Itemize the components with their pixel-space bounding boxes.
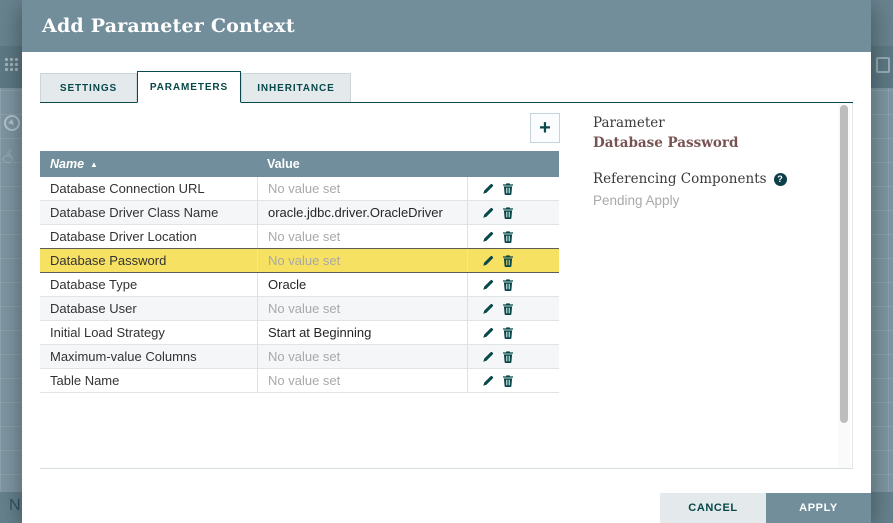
delete-trash-icon[interactable] <box>502 350 515 363</box>
delete-trash-icon[interactable] <box>502 254 515 267</box>
scrollbar-track[interactable] <box>838 103 850 468</box>
parameter-value-cell: No value set <box>257 177 467 200</box>
table-row[interactable]: Database Type Oracle <box>40 273 559 297</box>
row-actions <box>467 249 559 272</box>
parameter-table: Name ▲ Value Database Connection URL No v… <box>40 151 559 393</box>
row-actions <box>467 177 559 200</box>
parameter-label: Parameter <box>593 115 853 131</box>
edit-pencil-icon[interactable] <box>482 230 495 243</box>
delete-trash-icon[interactable] <box>502 206 515 219</box>
row-actions <box>467 225 559 248</box>
edit-pencil-icon[interactable] <box>482 206 495 219</box>
table-row[interactable]: Database User No value set <box>40 297 559 321</box>
delete-trash-icon[interactable] <box>502 374 515 387</box>
parameter-name-cell: Database Type <box>40 273 257 296</box>
table-row[interactable]: Database Connection URL No value set <box>40 177 559 201</box>
row-actions <box>467 369 559 392</box>
delete-trash-icon[interactable] <box>502 278 515 291</box>
table-row[interactable]: Database Driver Location No value set <box>40 225 559 249</box>
label-tool-icon <box>876 57 890 73</box>
parameter-name-cell: Database Driver Location <box>40 225 257 248</box>
selected-parameter-name: Database Password <box>593 135 853 151</box>
parameter-value-cell: Start at Beginning <box>257 321 467 344</box>
delete-trash-icon[interactable] <box>502 182 515 195</box>
table-row[interactable]: Maximum-value Columns No value set <box>40 345 559 369</box>
delete-trash-icon[interactable] <box>502 326 515 339</box>
edit-pencil-icon[interactable] <box>482 302 495 315</box>
scrollbar-thumb[interactable] <box>840 105 848 423</box>
sort-ascending-icon: ▲ <box>90 160 98 169</box>
parameter-value-cell: oracle.jdbc.driver.OracleDriver <box>257 201 467 224</box>
row-actions <box>467 321 559 344</box>
parameter-table-body: Database Connection URL No value set Dat… <box>40 177 559 393</box>
referencing-components-status: Pending Apply <box>593 193 853 208</box>
referencing-components-label: Referencing Components ? <box>593 171 853 187</box>
add-parameter-context-dialog: Add Parameter Context SETTINGS PARAMETER… <box>22 0 871 523</box>
edit-pencil-icon[interactable] <box>482 326 495 339</box>
parameter-name-cell: Database Password <box>40 249 257 272</box>
table-row[interactable]: Database Password No value set <box>40 248 559 273</box>
parameter-name-cell: Initial Load Strategy <box>40 321 257 344</box>
compass-icon <box>3 114 21 132</box>
row-actions <box>467 273 559 296</box>
dots-grid-icon <box>4 57 19 72</box>
cancel-button[interactable]: CANCEL <box>660 493 766 523</box>
row-actions <box>467 297 559 320</box>
edit-pencil-icon[interactable] <box>482 374 495 387</box>
row-actions <box>467 345 559 368</box>
tab-settings[interactable]: SETTINGS <box>40 73 137 102</box>
dialog-header: Add Parameter Context <box>22 0 871 52</box>
table-row[interactable]: Database Driver Class Name oracle.jdbc.d… <box>40 201 559 225</box>
edit-pencil-icon[interactable] <box>482 350 495 363</box>
pan-hand-icon: ☞ <box>0 145 22 169</box>
apply-button[interactable]: APPLY <box>766 493 871 523</box>
parameter-value-cell: No value set <box>257 297 467 320</box>
table-row[interactable]: Initial Load Strategy Start at Beginning <box>40 321 559 345</box>
parameter-name-cell: Maximum-value Columns <box>40 345 257 368</box>
column-header-value[interactable]: Value <box>257 157 559 171</box>
column-header-name-label: Name <box>50 157 84 171</box>
parameter-name-cell: Database Connection URL <box>40 177 257 200</box>
parameter-value-cell: No value set <box>257 369 467 392</box>
parameter-value-cell: No value set <box>257 225 467 248</box>
table-row[interactable]: Table Name No value set <box>40 369 559 393</box>
parameter-detail-panel: Parameter Database Password Referencing … <box>593 115 853 208</box>
breadcrumb: N <box>9 497 21 515</box>
parameter-name-cell: Database User <box>40 297 257 320</box>
parameter-table-header: Name ▲ Value <box>40 151 559 177</box>
add-parameter-button[interactable]: + <box>530 113 560 143</box>
tab-bar: SETTINGS PARAMETERS INHERITANCE <box>40 72 853 103</box>
parameters-tab-content: + Name ▲ Value Database Connection URL No… <box>40 103 853 469</box>
tab-parameters[interactable]: PARAMETERS <box>137 71 241 103</box>
edit-pencil-icon[interactable] <box>482 254 495 267</box>
row-actions <box>467 201 559 224</box>
help-icon[interactable]: ? <box>774 173 787 186</box>
parameter-value-cell: No value set <box>257 249 467 272</box>
column-header-name[interactable]: Name ▲ <box>40 157 257 171</box>
edit-pencil-icon[interactable] <box>482 182 495 195</box>
parameter-value-cell: No value set <box>257 345 467 368</box>
delete-trash-icon[interactable] <box>502 302 515 315</box>
delete-trash-icon[interactable] <box>502 230 515 243</box>
tab-inheritance[interactable]: INHERITANCE <box>241 73 351 102</box>
referencing-components-text: Referencing Components <box>593 171 767 187</box>
edit-pencil-icon[interactable] <box>482 278 495 291</box>
parameter-name-cell: Database Driver Class Name <box>40 201 257 224</box>
dialog-title: Add Parameter Context <box>22 15 295 37</box>
parameter-value-cell: Oracle <box>257 273 467 296</box>
parameter-name-cell: Table Name <box>40 369 257 392</box>
